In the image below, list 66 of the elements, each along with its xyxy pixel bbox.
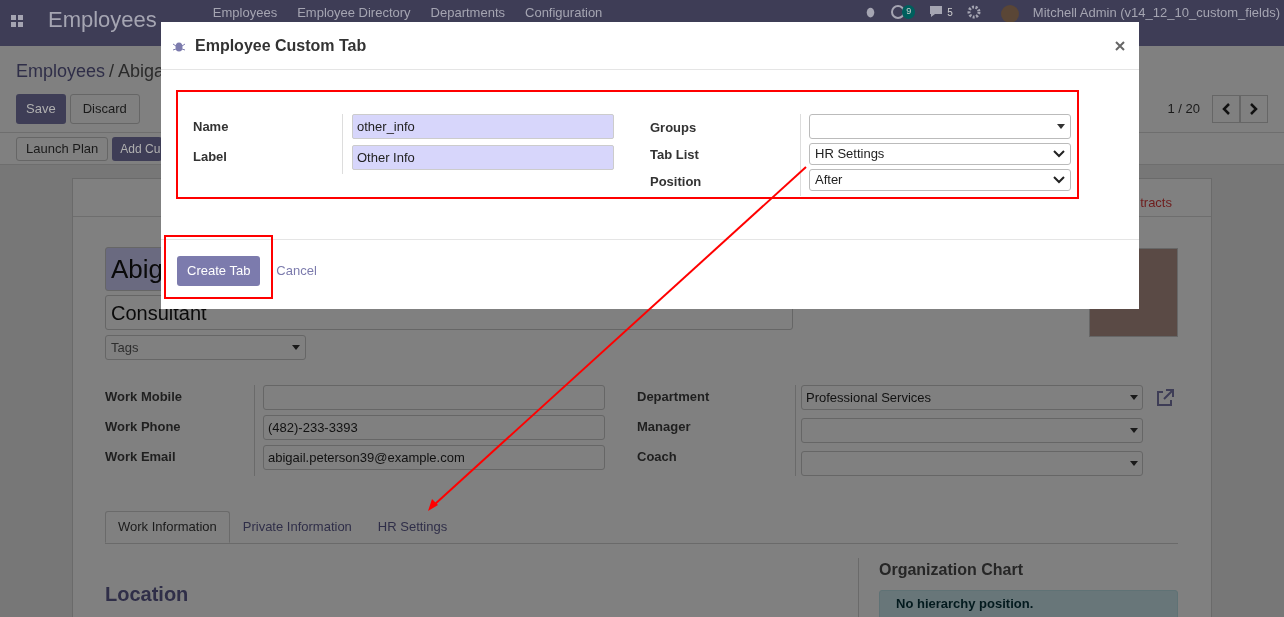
section-title: Location [105,583,189,605]
field-label: Groups [650,119,698,134]
chevron-left-icon [1222,103,1230,115]
activity-count-badge: 9 [902,5,916,19]
chevron-right-icon [1250,103,1258,115]
field-label: Label [193,148,228,163]
previous-button[interactable] [1212,95,1240,123]
tags-field[interactable]: Tags [105,335,306,360]
info-alert: No hierarchy position. [879,590,1178,617]
dropdown-field[interactable] [809,114,1071,139]
cancel-link[interactable]: Cancel [276,261,317,281]
field-label: Position [650,173,703,188]
dialog-title: Employee Custom Tab [195,35,367,56]
field-label: Manager [637,418,692,432]
external-link-icon[interactable] [1155,388,1175,407]
apps-menu-icon[interactable] [11,15,23,27]
notebook-tab[interactable]: Work Information [105,511,230,543]
field-label: Work Phone [105,418,182,435]
clock-icon[interactable] [891,5,906,19]
dropdown-field[interactable] [801,418,1143,443]
select-field[interactable]: HR Settings [809,143,1071,165]
text-field[interactable]: (482)-233-3393 [263,415,605,440]
menu-item[interactable]: Configuration [525,5,603,20]
menu-item[interactable]: Employees [212,5,278,20]
pager-value: 1 / 20 [1167,100,1200,119]
notebook-tab[interactable]: HR Settings [364,511,461,543]
chevron-down-icon [1053,150,1065,158]
notebook-tab[interactable]: Private Information [229,511,365,543]
user-name[interactable]: Mitchell Admin (v14_12_10_custom_fields) [1032,5,1280,20]
dropdown-field[interactable] [801,451,1143,476]
text-field[interactable] [263,385,605,410]
field-label: Coach [637,448,678,462]
message-count: 5 [947,6,953,20]
field-label: Work Email [105,448,177,465]
dropdown-field[interactable]: Professional Services [801,385,1143,410]
select-field[interactable]: After [809,169,1071,191]
close-icon [1115,40,1125,51]
breadcrumb-link[interactable]: Employees [16,58,106,85]
app-title: Employees [48,7,157,33]
add-button[interactable]: Add Cu [112,136,163,161]
caret-icon [292,345,300,350]
avatar[interactable] [1000,5,1019,23]
save-button[interactable]: Save [16,94,66,124]
caret-icon [1130,395,1138,400]
caret-icon [1130,461,1138,466]
smart-button[interactable]: tracts [1140,192,1172,212]
next-button[interactable] [1240,95,1268,123]
field-label: Name [193,118,230,133]
field-label: Tab List [650,146,700,161]
chat-icon[interactable] [929,5,944,18]
create-tab-button[interactable]: Create Tab [177,256,261,286]
field-label: Department [637,388,711,402]
field-label: Work Mobile [105,388,184,405]
menu-item[interactable]: Departments [430,5,505,20]
caret-icon [1057,124,1065,129]
text-field[interactable]: abigail.peterson39@example.com [263,445,605,470]
breadcrumb-separator: / [109,60,115,83]
discard-button[interactable]: Discard [69,94,140,124]
launch-plan-button[interactable]: Launch Plan [16,136,109,161]
section-title: Organization Chart [879,560,1024,580]
close-button[interactable] [1113,38,1127,53]
caret-icon [1130,428,1138,433]
menu-item[interactable]: Employee Directory [297,5,411,20]
text-field[interactable]: other_info [352,114,614,139]
text-field[interactable]: Other Info [352,145,614,170]
chevron-down-icon [1053,176,1065,184]
